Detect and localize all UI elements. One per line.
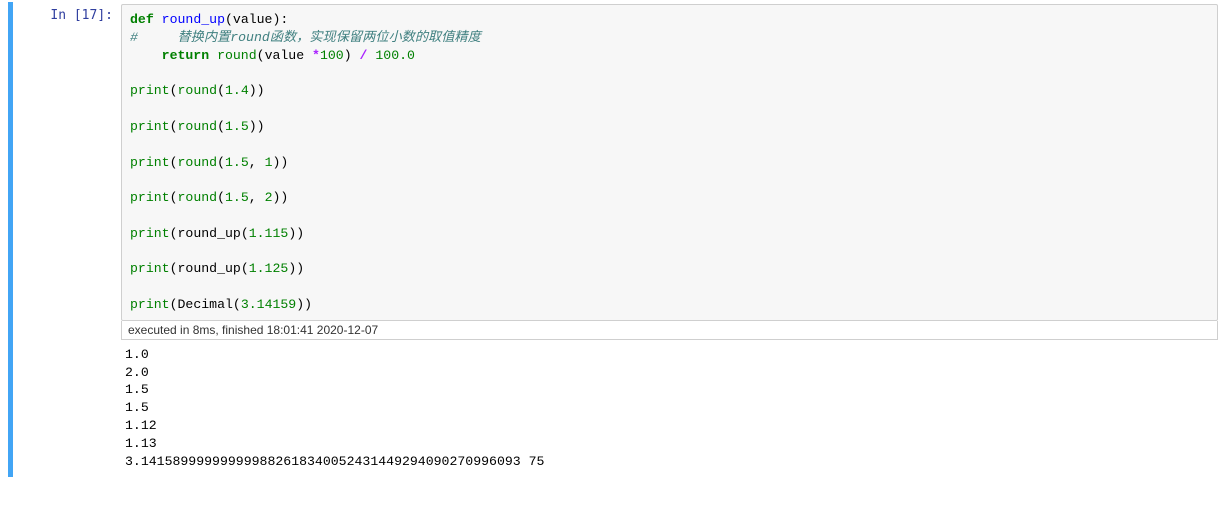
- paren: ): [344, 48, 360, 63]
- builtin-print: print: [130, 226, 170, 241]
- builtin-round: round: [178, 190, 218, 205]
- builtin-round: round: [178, 83, 218, 98]
- builtin-print: print: [130, 297, 170, 312]
- num: 2: [265, 190, 273, 205]
- builtin-print: print: [130, 83, 170, 98]
- num: 100: [320, 48, 344, 63]
- input-prompt: In [17]:: [13, 4, 121, 475]
- stdout-output: 1.0 2.0 1.5 1.5 1.12 1.13 3.141589999999…: [121, 340, 1218, 475]
- num: 1.5: [225, 119, 249, 134]
- num: 3.14159: [241, 297, 296, 312]
- func-call: round_up: [178, 226, 241, 241]
- class-decimal: Decimal: [178, 297, 233, 312]
- colon: :: [280, 12, 288, 27]
- num: 1.125: [249, 261, 289, 276]
- notebook-cell: In [17]: def round_up(value): # 替换内置roun…: [8, 2, 1224, 477]
- output-line: 1.0: [125, 347, 149, 362]
- builtin-print: print: [130, 155, 170, 170]
- num: 1: [265, 155, 273, 170]
- builtin-round: round: [178, 119, 218, 134]
- num: 1.4: [225, 83, 249, 98]
- comment: # 替换内置round函数，实现保留两位小数的取值精度: [130, 30, 481, 45]
- keyword-return: return: [162, 48, 209, 63]
- cell-main: def round_up(value): # 替换内置round函数，实现保留两…: [121, 4, 1224, 475]
- num: 1.115: [249, 226, 289, 241]
- builtin-print: print: [130, 190, 170, 205]
- num: 1.5: [225, 190, 249, 205]
- output-line: 1.5: [125, 400, 149, 415]
- func-call: round_up: [178, 261, 241, 276]
- paren: (: [225, 12, 233, 27]
- op-mul: *: [312, 48, 320, 63]
- keyword-def: def: [130, 12, 154, 27]
- builtin-round: round: [178, 155, 218, 170]
- code-input[interactable]: def round_up(value): # 替换内置round函数，实现保留两…: [121, 4, 1218, 321]
- func-name: round_up: [162, 12, 225, 27]
- output-line: 1.12: [125, 418, 157, 433]
- execution-timing: executed in 8ms, finished 18:01:41 2020-…: [121, 321, 1218, 340]
- builtin-print: print: [130, 261, 170, 276]
- num: 100.0: [375, 48, 415, 63]
- output-line: 1.13: [125, 436, 157, 451]
- num: 1.5: [225, 155, 249, 170]
- builtin-print: print: [130, 119, 170, 134]
- in-label: In: [50, 8, 73, 23]
- builtin-round: round: [217, 48, 257, 63]
- output-line: 3.14158999999999988261834005243144929409…: [125, 454, 544, 469]
- arg: value: [265, 48, 312, 63]
- exec-count: [17]:: [74, 8, 113, 23]
- arg: value: [233, 12, 273, 27]
- output-line: 1.5: [125, 382, 149, 397]
- output-line: 2.0: [125, 365, 149, 380]
